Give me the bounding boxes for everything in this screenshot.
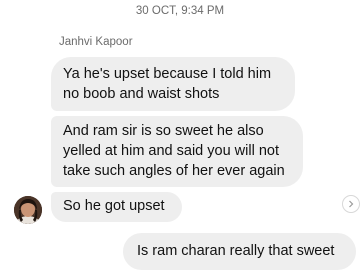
sender-name: Janhvi Kapoor — [59, 36, 133, 48]
message-text: So he got upset — [63, 198, 165, 214]
chevron-right-icon — [349, 200, 354, 208]
forward-message-button[interactable] — [342, 195, 360, 213]
received-message-bubble[interactable]: So he got upset — [51, 192, 182, 222]
contact-avatar-photo — [14, 196, 42, 224]
message-text: Ya he's upset because I told him no boob… — [63, 66, 272, 102]
sent-message-bubble[interactable]: Is ram charan really that sweet — [123, 233, 356, 270]
received-message-bubble[interactable]: And ram sir is so sweet he also yelled a… — [51, 116, 303, 187]
timestamp: 30 OCT, 9:34 PM — [135, 5, 225, 17]
message-text: And ram sir is so sweet he also yelled a… — [63, 123, 285, 179]
received-message-bubble[interactable]: Ya he's upset because I told him no boob… — [51, 57, 295, 111]
message-text: Is ram charan really that sweet — [137, 243, 335, 259]
avatar[interactable] — [14, 196, 42, 224]
